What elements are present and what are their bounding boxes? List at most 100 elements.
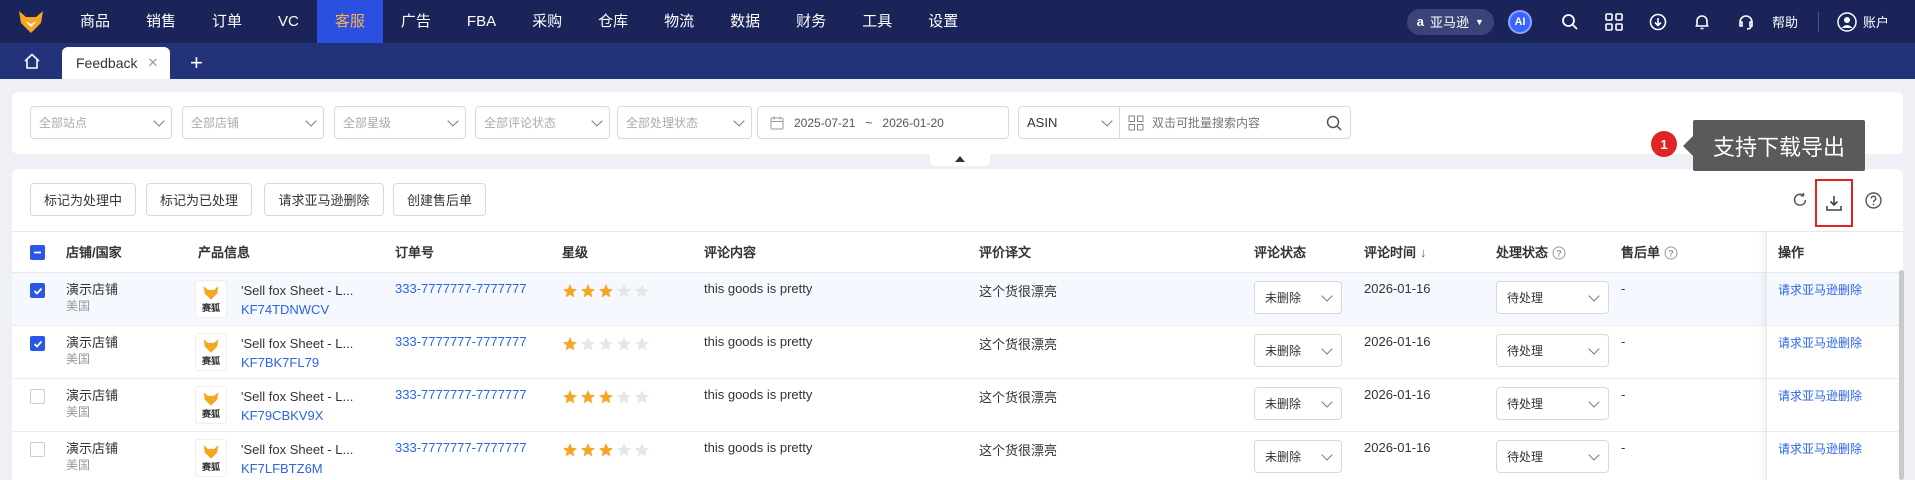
nav-item[interactable]: VC xyxy=(260,0,317,43)
product-sku[interactable]: KF7LFBTZ6M xyxy=(241,459,353,478)
help-circle-icon[interactable]: ? xyxy=(1664,246,1678,260)
product-sku[interactable]: KF74TDNWCV xyxy=(241,300,353,319)
search-icon[interactable] xyxy=(1558,10,1582,34)
nav-item[interactable]: 工具 xyxy=(844,0,910,43)
process-status-select[interactable]: 全部处理状态 xyxy=(617,106,752,139)
apps-grid-icon[interactable] xyxy=(1602,10,1626,34)
process-status-select[interactable]: 待处理 xyxy=(1496,334,1609,367)
after-sale-value: - xyxy=(1621,281,1626,296)
ai-button[interactable]: AI xyxy=(1507,9,1532,34)
table-row[interactable]: 演示店铺 美国 赛狐 'Sell fox Sheet - L... KF7BK7FL… xyxy=(12,326,1903,379)
star-icon xyxy=(617,390,631,404)
search-input[interactable] xyxy=(1152,115,1312,130)
nav-item[interactable]: FBA xyxy=(449,0,514,43)
store-select[interactable]: 全部店铺 xyxy=(182,106,324,139)
row-checkbox[interactable] xyxy=(30,442,45,457)
nav-item[interactable]: 财务 xyxy=(778,0,844,43)
process-status-select[interactable]: 待处理 xyxy=(1496,440,1609,473)
order-link[interactable]: 333-7777777-7777777 xyxy=(395,387,527,402)
product-title[interactable]: 'Sell fox Sheet - L... xyxy=(241,334,353,353)
nav-item[interactable]: 设置 xyxy=(910,0,976,43)
account-menu[interactable]: 账户 xyxy=(1817,11,1889,32)
table-row[interactable]: 演示店铺 美国 赛狐 'Sell fox Sheet - L... KF74TDNW… xyxy=(12,273,1903,326)
review-status-select[interactable]: 未删除 xyxy=(1254,334,1342,367)
home-icon[interactable] xyxy=(12,45,52,77)
star-icon xyxy=(581,337,595,351)
product-title[interactable]: 'Sell fox Sheet - L... xyxy=(241,440,353,459)
nav-item[interactable]: 数据 xyxy=(712,0,778,43)
request-delete-link[interactable]: 请求亚马逊删除 xyxy=(1778,334,1862,351)
refresh-icon[interactable] xyxy=(1789,189,1811,211)
product-sku[interactable]: KF79CBKV9X xyxy=(241,406,353,425)
order-link[interactable]: 333-7777777-7777777 xyxy=(395,281,527,296)
order-link[interactable]: 333-7777777-7777777 xyxy=(395,440,527,455)
tab-feedback[interactable]: Feedback ✕ xyxy=(62,47,171,79)
batch-search-icon[interactable] xyxy=(1128,115,1144,131)
table-row[interactable]: 演示店铺 美国 赛狐 'Sell fox Sheet - L... KF7LFBTZ… xyxy=(12,432,1903,480)
add-tab-button[interactable]: + xyxy=(176,47,216,79)
product-image[interactable]: 赛狐 xyxy=(195,439,227,477)
date-range-picker[interactable]: 2025-07-21 ~ 2026-01-20 xyxy=(757,106,1009,139)
mark-processing-button[interactable]: 标记为处理中 xyxy=(30,183,136,216)
help-circle-icon[interactable] xyxy=(1862,189,1884,211)
nav-item[interactable]: 商品 xyxy=(62,0,128,43)
site-select[interactable]: 全部站点 xyxy=(30,106,172,139)
nav-item[interactable]: 仓库 xyxy=(580,0,646,43)
help-link[interactable]: 帮助 xyxy=(1772,12,1798,31)
product-title[interactable]: 'Sell fox Sheet - L... xyxy=(241,281,353,300)
rating-select[interactable]: 全部星级 xyxy=(334,106,466,139)
product-image[interactable]: 赛狐 xyxy=(195,280,227,318)
download-circle-icon[interactable] xyxy=(1646,10,1670,34)
product-image[interactable]: 赛狐 xyxy=(195,333,227,371)
request-delete-link[interactable]: 请求亚马逊删除 xyxy=(1778,387,1862,404)
nav-item[interactable]: 销售 xyxy=(128,0,194,43)
close-icon[interactable]: ✕ xyxy=(147,55,158,71)
store-cell: 演示店铺 美国 xyxy=(66,334,118,368)
order-link[interactable]: 333-7777777-7777777 xyxy=(395,334,527,349)
nav-item[interactable]: 客服 xyxy=(316,0,383,43)
review-status-select[interactable]: 未删除 xyxy=(1254,440,1342,473)
date-start: 2025-07-21 xyxy=(794,115,856,130)
tab-bar: Feedback ✕ + xyxy=(0,43,1915,79)
nav-item[interactable]: 订单 xyxy=(194,0,260,43)
row-checkbox[interactable] xyxy=(30,283,45,298)
select-all-checkbox[interactable] xyxy=(30,245,45,260)
chevron-down-icon xyxy=(1101,114,1113,127)
process-status-select-value: 全部处理状态 xyxy=(626,116,699,130)
store-name: 演示店铺 xyxy=(66,335,119,350)
product-info: 'Sell fox Sheet - L... KF7BK7FL79 xyxy=(241,334,353,372)
nav-item[interactable]: 采购 xyxy=(514,0,580,43)
review-status-select[interactable]: 未删除 xyxy=(1254,387,1342,420)
download-button[interactable] xyxy=(1815,179,1853,227)
row-checkbox[interactable] xyxy=(30,389,45,404)
search-icon[interactable] xyxy=(1326,115,1342,131)
process-status-select[interactable]: 待处理 xyxy=(1496,387,1609,420)
nav-item[interactable]: 物流 xyxy=(646,0,712,43)
marketplace-select[interactable]: a 亚马逊 ▼ xyxy=(1406,8,1494,35)
product-image[interactable]: 赛狐 xyxy=(195,386,227,424)
row-checkbox[interactable] xyxy=(30,336,45,351)
review-status-select[interactable]: 全部评论状态 xyxy=(475,106,610,139)
mark-processed-button[interactable]: 标记为已处理 xyxy=(146,183,252,216)
sort-desc-icon[interactable]: ↓ xyxy=(1420,232,1427,273)
col-review-time[interactable]: 评论时间 ↓ xyxy=(1364,232,1427,273)
search-field-select[interactable]: ASIN xyxy=(1018,106,1120,139)
review-status-select[interactable]: 未删除 xyxy=(1254,281,1342,314)
vertical-scrollbar[interactable] xyxy=(1899,270,1904,480)
review-status-value: 未删除 xyxy=(1265,344,1302,358)
request-delete-link[interactable]: 请求亚马逊删除 xyxy=(1778,281,1862,298)
product-sku[interactable]: KF7BK7FL79 xyxy=(241,353,353,372)
fox-logo-icon[interactable] xyxy=(0,0,62,43)
headset-icon[interactable] xyxy=(1734,10,1758,34)
request-delete-link[interactable]: 请求亚马逊删除 xyxy=(1778,440,1862,457)
collapse-filters-button[interactable] xyxy=(930,152,990,166)
bell-icon[interactable] xyxy=(1690,10,1714,34)
process-status-select[interactable]: 待处理 xyxy=(1496,281,1609,314)
request-delete-button[interactable]: 请求亚马逊删除 xyxy=(264,183,384,216)
product-title[interactable]: 'Sell fox Sheet - L... xyxy=(241,387,353,406)
create-after-sale-button[interactable]: 创建售后单 xyxy=(393,183,486,216)
table-row[interactable]: 演示店铺 美国 赛狐 'Sell fox Sheet - L... KF79CBKV… xyxy=(12,379,1903,432)
help-circle-icon[interactable]: ? xyxy=(1552,246,1566,260)
step-badge: 1 xyxy=(1651,131,1677,157)
nav-item[interactable]: 广告 xyxy=(383,0,449,43)
